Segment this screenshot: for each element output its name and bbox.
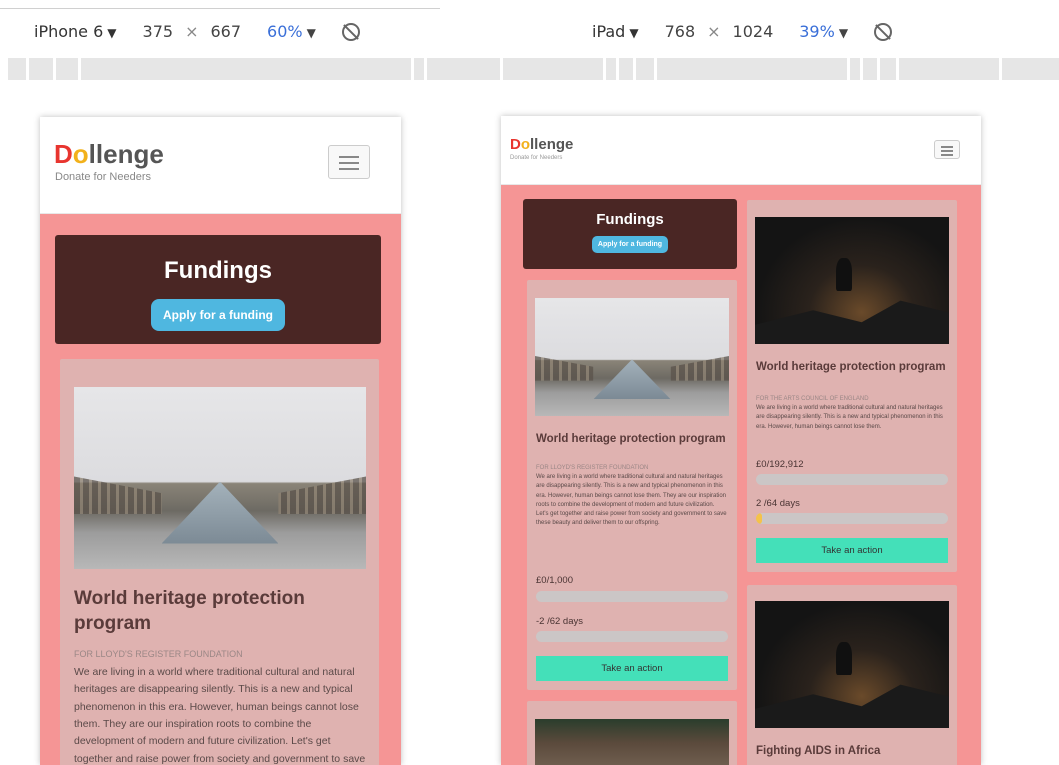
card-description: We are living in a world where tradition… [74,666,366,765]
site-tagline: Donate for Needers [510,155,563,161]
card-organization: for LLOYD'S REGISTER FOUNDATION [536,465,649,471]
ipad-viewport: Dollenge Donate for Needers Fundings App… [501,116,981,765]
hamburger-icon [339,156,359,158]
card-organization: for LLOYD'S REGISTER FOUNDATION [74,649,243,659]
site-header: Dollenge Donate for Needers [40,117,401,214]
louvre-pyramid-image [535,298,729,416]
funding-card: World heritage protection program for LL… [527,280,737,690]
zoom-value: 60% [267,22,303,41]
logo-letter-o: o [72,139,89,169]
rotate-icon[interactable] [874,22,893,41]
funding-amount: £0/1,000 [536,575,573,586]
device-select-iphone[interactable]: iPhone 6 ▼ [34,22,117,41]
amount-progress-bar [756,474,948,485]
menu-toggle-button[interactable] [934,140,960,159]
media-query-bar[interactable] [440,58,1059,80]
device-select-ipad[interactable]: iPad ▼ [592,22,639,41]
sunset-silhouette-image [755,601,949,728]
zoom-value: 39% [799,22,835,41]
device-toolbar-iphone: iPhone 6 ▼ 375 × 667 60% ▼ [0,0,440,56]
take-action-button[interactable]: Take an action [536,656,728,681]
device-height[interactable]: 667 [210,22,241,41]
device-name: iPhone 6 [34,22,104,41]
card-description: We are living in a world where tradition… [756,405,943,430]
card-title[interactable]: World heritage protection program [756,360,948,375]
zoom-select-ipad[interactable]: 39% ▼ [799,22,848,41]
rotate-icon[interactable] [341,22,360,41]
amount-progress-bar [536,591,728,602]
card-description: We are living in a world where tradition… [536,474,727,527]
hamburger-icon [941,146,953,148]
card-title[interactable]: World heritage protection program [536,432,728,447]
fundings-title: Fundings [164,257,272,284]
funding-card: World heritage protection program for TH… [747,200,957,572]
times-icon: × [185,22,199,41]
sunset-silhouette-image [755,217,949,344]
days-remaining: 2 /64 days [756,498,800,509]
menu-toggle-button[interactable] [328,145,370,179]
apply-funding-button[interactable]: Apply for a funding [591,236,669,253]
fundings-banner: Fundings Apply for a funding [55,235,381,344]
times-icon: × [707,22,721,41]
fundings-title: Fundings [596,211,664,228]
take-action-button[interactable]: Take an action [756,538,948,563]
iphone-viewport: Dollenge Donate for Needers Fundings App… [40,117,401,765]
site-logo[interactable]: Dollenge [510,136,573,153]
card-title[interactable]: World heritage protection program [74,587,366,636]
logo-letter-d: D [54,139,73,169]
funding-card: Fighting AIDS in Africa [747,585,957,765]
chevron-down-icon: ▼ [838,26,849,40]
apply-funding-button[interactable]: Apply for a funding [151,299,285,331]
device-height[interactable]: 1024 [733,22,774,41]
site-tagline: Donate for Needers [55,171,151,183]
logo-text: llenge [88,139,164,169]
device-name: iPad [592,22,626,41]
outdoor-building-image [535,719,729,765]
funding-card [527,701,737,765]
days-remaining: -2 /62 days [536,616,583,627]
site-header: Dollenge Donate for Needers [501,116,981,185]
site-logo[interactable]: Dollenge [54,139,164,170]
card-organization: for THE ARTS COUNCIL OF ENGLAND [756,396,869,402]
device-width[interactable]: 768 [665,22,696,41]
responsive-preview: iPhone 6 ▼ 375 × 667 60% ▼ iPad ▼ 768 × 102… [0,0,1059,765]
funding-amount: £0/192,912 [756,459,804,470]
device-width[interactable]: 375 [143,22,174,41]
fundings-banner: Fundings Apply for a funding [523,199,737,269]
logo-letter-d: D [510,136,521,153]
chevron-down-icon: ▼ [107,26,117,40]
logo-text: llenge [530,136,574,153]
louvre-pyramid-image [74,387,366,569]
progress-fill [756,513,762,524]
logo-letter-o: o [520,136,531,153]
chevron-down-icon: ▼ [629,26,639,40]
card-title[interactable]: Fighting AIDS in Africa [756,744,948,759]
zoom-select-iphone[interactable]: 60% ▼ [267,22,316,41]
days-progress-bar [756,513,948,524]
media-query-bar[interactable] [8,58,460,80]
funding-card: World heritage protection program for LL… [60,359,379,765]
chevron-down-icon: ▼ [306,26,316,40]
device-toolbar-ipad: iPad ▼ 768 × 1024 39% ▼ [560,0,1059,56]
days-progress-bar [536,631,728,642]
